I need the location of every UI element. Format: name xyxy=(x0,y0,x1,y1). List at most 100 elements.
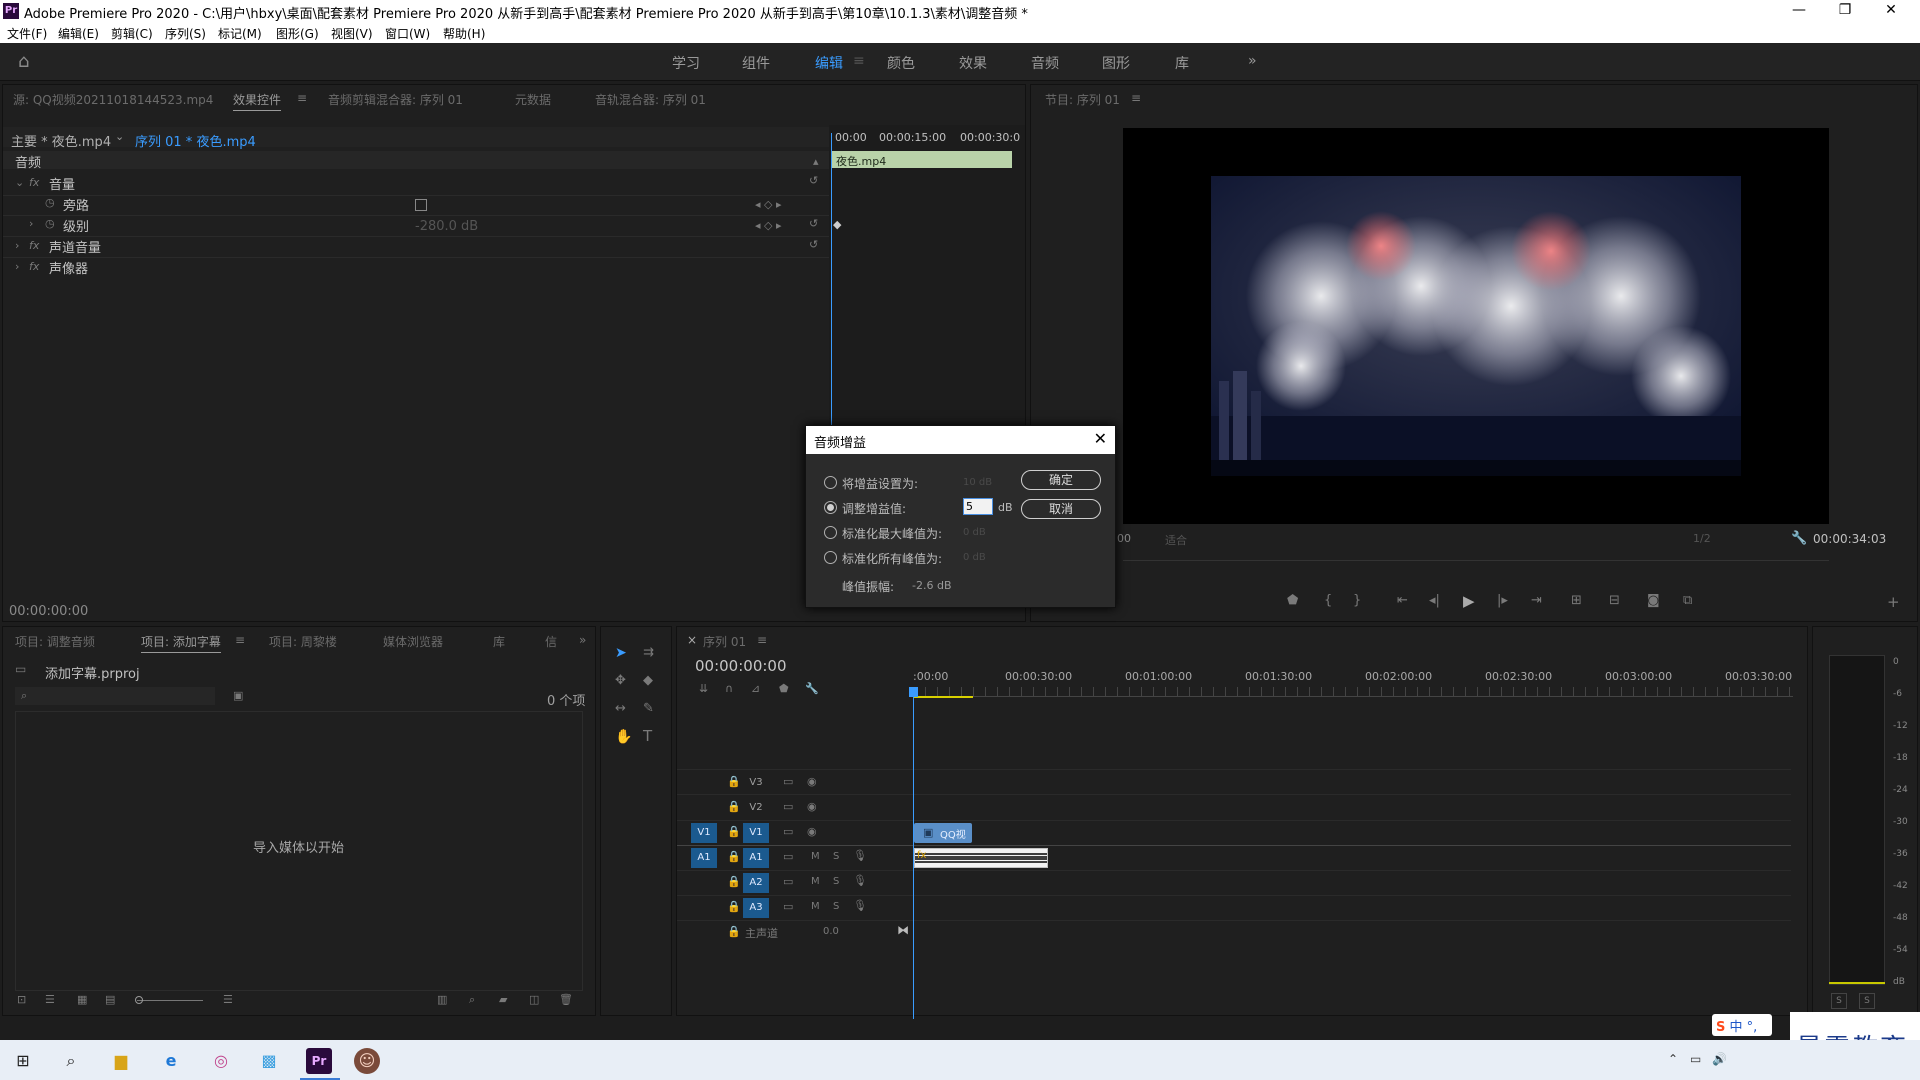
microphone-icon[interactable]: 🎙 xyxy=(853,874,867,887)
file-explorer-icon[interactable]: ▆ xyxy=(108,1048,134,1074)
mark-in-icon[interactable]: { xyxy=(1324,593,1332,608)
tab-project-audio[interactable]: 项目: 调整音频 xyxy=(15,633,95,650)
solo-left-button[interactable]: S xyxy=(1831,993,1847,1009)
tab-learn[interactable]: 学习 xyxy=(672,53,700,73)
avatar-icon[interactable]: ☺ xyxy=(354,1048,380,1074)
extract-icon[interactable]: ⊟ xyxy=(1609,593,1620,608)
track-v3[interactable]: V3 xyxy=(743,773,769,793)
slip-tool-icon[interactable]: ↔ xyxy=(615,701,626,716)
tray-chevron-icon[interactable]: ⌃ xyxy=(1668,1052,1678,1066)
lock-icon[interactable]: ⊡ xyxy=(17,993,26,1006)
tab-libraries[interactable]: 库 xyxy=(1175,53,1189,73)
tab-menu-icon[interactable]: ≡ xyxy=(853,53,865,69)
menu-clip[interactable]: 剪辑(C) xyxy=(111,25,153,42)
master-clip-label[interactable]: 主要 * 夜色.mp4 xyxy=(11,131,111,151)
expand-icon[interactable]: › xyxy=(15,239,19,252)
hand-tool-icon[interactable]: ✋ xyxy=(615,729,632,745)
sync-lock-icon[interactable]: ▭ xyxy=(783,875,793,888)
stopwatch-icon[interactable]: ◷ xyxy=(45,196,55,209)
tab-source[interactable]: 源: QQ视频20211018144523.mp4 xyxy=(13,91,213,108)
windows-start-icon[interactable]: ⊞ xyxy=(10,1048,36,1074)
mute-button[interactable]: M xyxy=(811,876,820,887)
pen-tool-icon[interactable]: ✎ xyxy=(643,701,654,716)
sequence-tab[interactable]: 序列 01 xyxy=(703,633,746,650)
close-sequence-icon[interactable]: × xyxy=(687,633,697,647)
ripple-edit-tool-icon[interactable]: ✥ xyxy=(615,673,626,688)
keyframe-nav-icon[interactable]: ◂ ◇ ▸ xyxy=(755,219,782,232)
timeline-settings-icon[interactable]: 🔧 xyxy=(805,682,819,695)
find-icon[interactable]: ⌕ xyxy=(469,993,475,1007)
radio-normalize-all[interactable] xyxy=(824,551,837,564)
app-icon[interactable]: ▩ xyxy=(256,1048,282,1074)
mark-out-icon[interactable]: } xyxy=(1353,593,1361,608)
keyframe-icon[interactable]: ◆ xyxy=(833,218,841,231)
ec-clip-bar[interactable]: 夜色.mp4 xyxy=(832,151,1012,168)
value-normalize-all[interactable]: 0 dB xyxy=(963,552,986,563)
home-icon[interactable]: ⌂ xyxy=(18,53,38,71)
tab-menu-icon[interactable]: ≡ xyxy=(757,633,767,647)
menu-help[interactable]: 帮助(H) xyxy=(443,25,485,42)
lock-icon[interactable]: 🔒 xyxy=(727,900,741,913)
expand-level-icon[interactable]: › xyxy=(29,217,33,230)
menu-edit[interactable]: 编辑(E) xyxy=(58,25,99,42)
linked-selection-icon[interactable]: ⊿ xyxy=(751,682,760,695)
timeline-timecode[interactable]: 00:00:00:00 xyxy=(695,657,787,675)
track-a3[interactable]: A3 xyxy=(743,898,769,918)
zoom-slider-handle[interactable] xyxy=(135,996,143,1004)
dialog-close-icon[interactable]: ✕ xyxy=(1094,429,1107,448)
keyframe-nav-icon[interactable]: ◂ ◇ ▸ xyxy=(755,198,782,211)
tab-audio-track-mixer[interactable]: 音轨混合器: 序列 01 xyxy=(595,91,706,108)
tab-audio-clip-mixer[interactable]: 音频剪辑混合器: 序列 01 xyxy=(328,91,463,108)
value-normalize-max[interactable]: 0 dB xyxy=(963,527,986,538)
lock-icon[interactable]: 🔒 xyxy=(727,775,741,788)
sequence-clip-label[interactable]: 序列 01 * 夜色.mp4 xyxy=(135,131,256,151)
sync-lock-icon[interactable]: ▭ xyxy=(783,825,793,838)
value-set-gain[interactable]: 10 dB xyxy=(963,477,992,488)
mute-button[interactable]: M xyxy=(811,901,820,912)
lock-icon[interactable]: 🔒 xyxy=(727,800,741,813)
cancel-button[interactable]: 取消 xyxy=(1021,499,1101,519)
solo-button[interactable]: S xyxy=(833,851,839,862)
eye-icon[interactable]: ◉ xyxy=(807,800,817,813)
premiere-taskbar-icon[interactable]: Pr xyxy=(306,1048,332,1074)
source-v1-patch[interactable]: V1 xyxy=(691,823,717,843)
sync-lock-icon[interactable]: ▭ xyxy=(783,800,793,813)
stopwatch-icon[interactable]: ◷ xyxy=(45,217,55,230)
tab-effect-controls[interactable]: 效果控件 xyxy=(233,91,282,111)
ok-button[interactable]: 确定 xyxy=(1021,470,1101,490)
selection-tool-icon[interactable]: ➤ xyxy=(615,645,627,661)
bypass-checkbox[interactable] xyxy=(415,199,427,211)
new-item-icon[interactable]: ◫ xyxy=(529,993,539,1006)
volume-icon[interactable]: 🔊 xyxy=(1712,1052,1727,1066)
playhead-handle[interactable] xyxy=(909,687,918,697)
trash-icon[interactable]: 🗑 xyxy=(559,993,573,1006)
reset-icon[interactable]: ↺ xyxy=(809,238,818,251)
step-back-icon[interactable]: ◂| xyxy=(1429,593,1440,608)
razor-tool-icon[interactable]: ◆ xyxy=(643,673,653,688)
fit-dropdown[interactable]: 适合 xyxy=(1165,532,1187,548)
program-canvas[interactable] xyxy=(1123,128,1829,524)
work-area-bar[interactable] xyxy=(913,696,973,698)
menu-file[interactable]: 文件(F) xyxy=(7,25,47,42)
fx-icon[interactable]: fx xyxy=(29,239,39,252)
add-button-icon[interactable]: + xyxy=(1887,593,1900,611)
tab-assembly[interactable]: 组件 xyxy=(742,53,770,73)
wrench-icon[interactable]: 🔧 xyxy=(1791,531,1807,546)
lock-icon[interactable]: 🔒 xyxy=(727,850,741,863)
go-to-in-icon[interactable]: ⇤ xyxy=(1397,593,1408,608)
track-a2[interactable]: A2 xyxy=(743,873,769,893)
play-icon[interactable]: ▶ xyxy=(1463,592,1475,610)
list-view-icon[interactable]: ☰ xyxy=(45,993,55,1006)
nest-icon[interactable]: ⇊ xyxy=(699,682,708,695)
menu-sequence[interactable]: 序列(S) xyxy=(165,25,206,42)
expand-volume-icon[interactable]: ⌄ xyxy=(15,176,24,189)
track-v2[interactable]: V2 xyxy=(743,798,769,818)
more-workspaces-icon[interactable]: » xyxy=(1248,53,1257,69)
zoom-slider[interactable] xyxy=(137,1000,203,1001)
freeform-view-icon[interactable]: ▤ xyxy=(105,993,115,1006)
edge-browser-icon[interactable]: e xyxy=(158,1048,184,1074)
microphone-icon[interactable]: 🎙 xyxy=(853,899,867,912)
go-to-end-icon[interactable]: ⧓ xyxy=(897,923,909,937)
menu-marker[interactable]: 标记(M) xyxy=(218,25,262,42)
tab-menu-icon[interactable]: ≡ xyxy=(297,91,307,105)
